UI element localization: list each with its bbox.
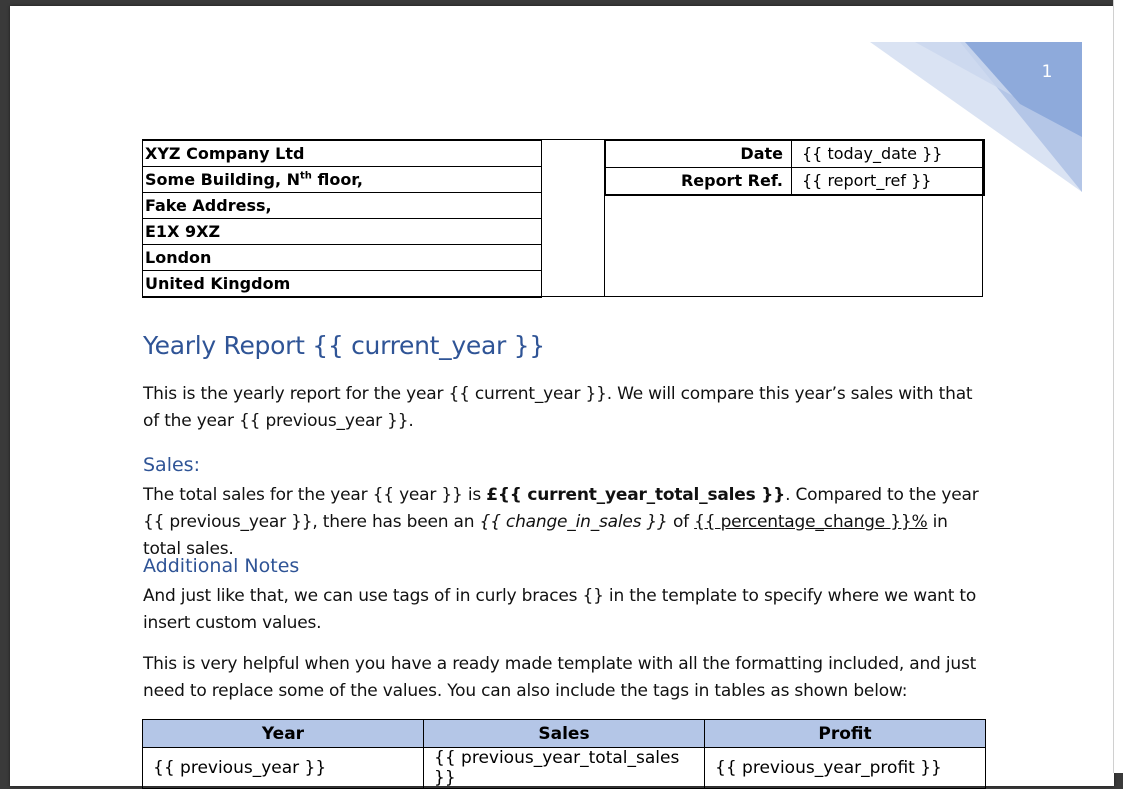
notes-heading: Additional Notes [143, 555, 300, 577]
table-row: {{ previous_year }} {{ previous_year_tot… [142, 747, 986, 789]
report-title: Yearly Report {{ current_year }} [143, 331, 545, 360]
sales-table: Year Sales Profit {{ previous_year }} {{… [142, 719, 986, 789]
sales-paragraph: The total sales for the year {{ year }} … [143, 485, 979, 559]
intro-paragraph: This is the yearly report for the year {… [143, 384, 973, 431]
page-number: 1 [1041, 62, 1053, 82]
sales-heading: Sales: [143, 454, 200, 476]
spacer-cell [542, 139, 604, 297]
address-table: XYZ Company Ltd Some Building, Nth floor… [142, 139, 542, 298]
scrollbar-track[interactable] [1113, 0, 1123, 773]
address-line: Some Building, Nth floor, [142, 166, 542, 193]
header-profit: Profit [704, 719, 986, 748]
cell-sales: {{ previous_year_total_sales }} [423, 747, 705, 789]
report-ref-value: {{ report_ref }} [791, 167, 985, 196]
document-page: 1 XYZ Company Ltd Some Building, Nth flo… [10, 6, 1114, 789]
address-line: Fake Address, [142, 192, 542, 219]
address-line: XYZ Company Ltd [142, 139, 542, 167]
address-line: London [142, 244, 542, 271]
info-table: Date {{ today_date }} Report Ref. {{ rep… [604, 139, 985, 196]
report-ref-label: Report Ref. [604, 167, 792, 196]
cell-year: {{ previous_year }} [142, 747, 424, 789]
header-sales: Sales [423, 719, 705, 748]
date-label: Date [604, 139, 792, 168]
notes-paragraph-1: And just like that, we can use tags of i… [143, 586, 977, 633]
cell-profit: {{ previous_year_profit }} [704, 747, 986, 789]
address-line: E1X 9XZ [142, 218, 542, 245]
notes-paragraph-2: This is very helpful when you have a rea… [143, 654, 977, 701]
address-line: United Kingdom [142, 270, 542, 298]
date-value: {{ today_date }} [791, 139, 985, 168]
header-year: Year [142, 719, 424, 748]
